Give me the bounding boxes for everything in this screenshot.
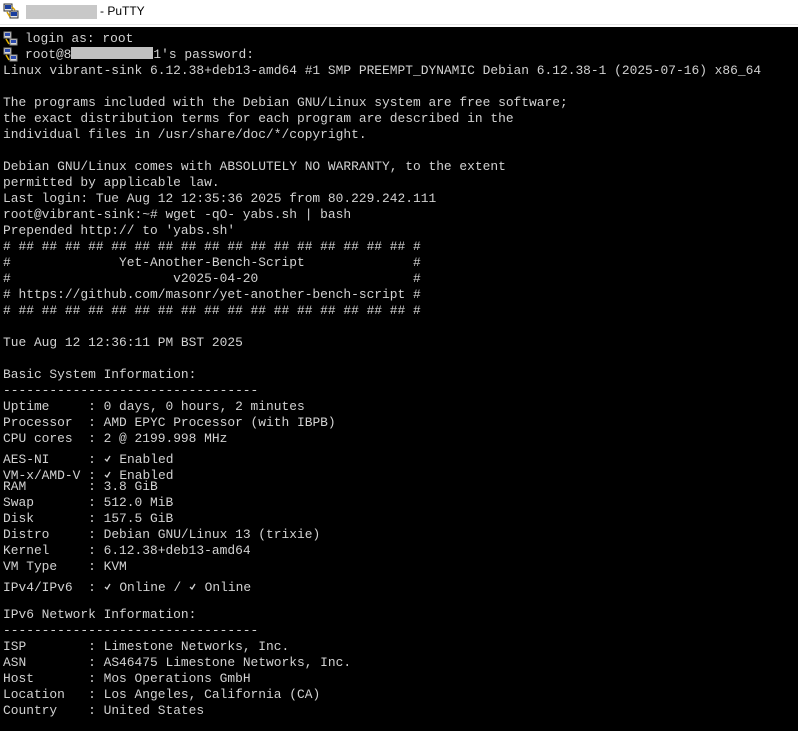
prepended-line: Prepended http:// to 'yabs.sh' <box>3 223 236 238</box>
info-row: Kernel : 6.12.38+deb13-amd64 <box>3 543 798 559</box>
redacted-ip <box>71 47 154 59</box>
info-value: Debian GNU/Linux 13 (trixie) <box>103 527 321 542</box>
info-row: Distro : Debian GNU/Linux 13 (trixie) <box>3 527 798 543</box>
info-row: RAM : 3.8 GiB <box>3 479 798 495</box>
login-text: login as: root <box>25 31 134 46</box>
password-line: root@8 1's password: <box>3 47 798 63</box>
info-value: 157.5 GiB <box>103 511 174 526</box>
info-label: Distro : <box>3 527 104 542</box>
title-bar[interactable]: - PuTTY <box>0 0 798 25</box>
banner-border: # ## ## ## ## ## ## ## ## ## ## ## ## ##… <box>3 239 421 254</box>
putty-key-icon <box>3 31 19 47</box>
info-value: Limestone Networks, Inc. <box>103 639 290 654</box>
putty-window: - PuTTY login as: root root@8 1's passwor… <box>0 0 798 731</box>
info-label: Country : <box>3 703 104 718</box>
info-value: United States <box>103 703 205 718</box>
info-row: VM-x/AMD-V : Enabled <box>3 463 798 483</box>
info-label: Processor : <box>3 415 104 430</box>
command-line: root@vibrant-sink:~# wget -qO- yabs.sh |… <box>3 207 352 222</box>
info-label: Host : <box>3 671 104 686</box>
ipv4-status: Online / <box>111 580 189 595</box>
info-value: 3.8 GiB <box>103 479 158 494</box>
section-network-heading: IPv6 Network Information: <box>3 607 197 622</box>
info-value: 6.12.38+deb13-amd64 <box>103 543 251 558</box>
motd-line: Debian GNU/Linux comes with ABSOLUTELY N… <box>3 159 506 174</box>
terminal-output: login as: root root@8 1's password: Linux… <box>3 31 798 719</box>
info-row: CPU cores : 2 @ 2199.998 MHz <box>3 431 798 447</box>
info-value: Mos Operations GmbH <box>103 671 251 686</box>
network-row: Country : United States <box>3 703 798 719</box>
password-suffix: 1's password: <box>153 47 254 62</box>
divider-line: --------------------------------- <box>3 383 259 398</box>
check-mark-icon <box>189 575 197 596</box>
info-row: Processor : AMD EPYC Processor (with IBP… <box>3 415 798 431</box>
info-value: KVM <box>103 559 127 574</box>
terminal-screen[interactable]: login as: root root@8 1's password: Linux… <box>0 27 798 731</box>
motd-line: individual files in /usr/share/doc/*/cop… <box>3 127 367 142</box>
banner-border: # ## ## ## ## ## ## ## ## ## ## ## ## ##… <box>3 303 421 318</box>
window-title: - PuTTY <box>100 4 145 18</box>
network-row: ASN : AS46475 Limestone Networks, Inc. <box>3 655 798 671</box>
putty-icon[interactable] <box>3 3 20 20</box>
network-row: Host : Mos Operations GmbH <box>3 671 798 687</box>
info-row: Uptime : 0 days, 0 hours, 2 minutes <box>3 399 798 415</box>
info-label: ISP : <box>3 639 104 654</box>
datetime-line: Tue Aug 12 12:36:11 PM BST 2025 <box>3 335 243 350</box>
info-label: RAM : <box>3 479 104 494</box>
ip-status-row: IPv4/IPv6 : Online / Online <box>3 575 798 595</box>
ipv6-status: Online <box>196 580 252 595</box>
info-label: IPv4/IPv6 : <box>3 580 104 595</box>
info-label: Kernel : <box>3 543 104 558</box>
info-row: AES-NI : Enabled <box>3 447 798 467</box>
info-label: CPU cores : <box>3 431 104 446</box>
info-label: ASN : <box>3 655 104 670</box>
divider-line: --------------------------------- <box>3 623 259 638</box>
info-value: AMD EPYC Processor (with IBPB) <box>103 415 336 430</box>
last-login-line: Last login: Tue Aug 12 12:35:36 2025 fro… <box>3 191 437 206</box>
network-row: ISP : Limestone Networks, Inc. <box>3 639 798 655</box>
kernel-banner: Linux vibrant-sink 6.12.38+deb13-amd64 #… <box>3 63 762 78</box>
password-prefix: root@8 <box>25 47 72 62</box>
check-mark-icon <box>104 575 112 596</box>
motd-line: The programs included with the Debian GN… <box>3 95 568 110</box>
network-row: Location : Los Angeles, California (CA) <box>3 687 798 703</box>
info-row: Disk : 157.5 GiB <box>3 511 798 527</box>
info-label: VM Type : <box>3 559 104 574</box>
motd-line: permitted by applicable law. <box>3 175 220 190</box>
info-value: Los Angeles, California (CA) <box>103 687 321 702</box>
info-label: Location : <box>3 687 104 702</box>
redacted-hostname <box>26 5 97 19</box>
info-value: 0 days, 0 hours, 2 minutes <box>103 399 305 414</box>
section-basic-heading: Basic System Information: <box>3 367 197 382</box>
banner-version: # v2025-04-20 # <box>3 271 421 286</box>
info-row: VM Type : KVM <box>3 559 798 575</box>
info-label: Swap : <box>3 495 104 510</box>
info-label: Disk : <box>3 511 104 526</box>
info-label: Uptime : <box>3 399 104 414</box>
banner-name: # Yet-Another-Bench-Script # <box>3 255 421 270</box>
login-line: login as: root <box>3 31 798 47</box>
motd-line: the exact distribution terms for each pr… <box>3 111 514 126</box>
info-value: 2 @ 2199.998 MHz <box>103 431 228 446</box>
info-row: Swap : 512.0 MiB <box>3 495 798 511</box>
info-value: 512.0 MiB <box>103 495 174 510</box>
banner-url: # https://github.com/masonr/yet-another-… <box>3 287 421 302</box>
putty-key-icon <box>3 47 19 63</box>
info-value: AS46475 Limestone Networks, Inc. <box>103 655 352 670</box>
